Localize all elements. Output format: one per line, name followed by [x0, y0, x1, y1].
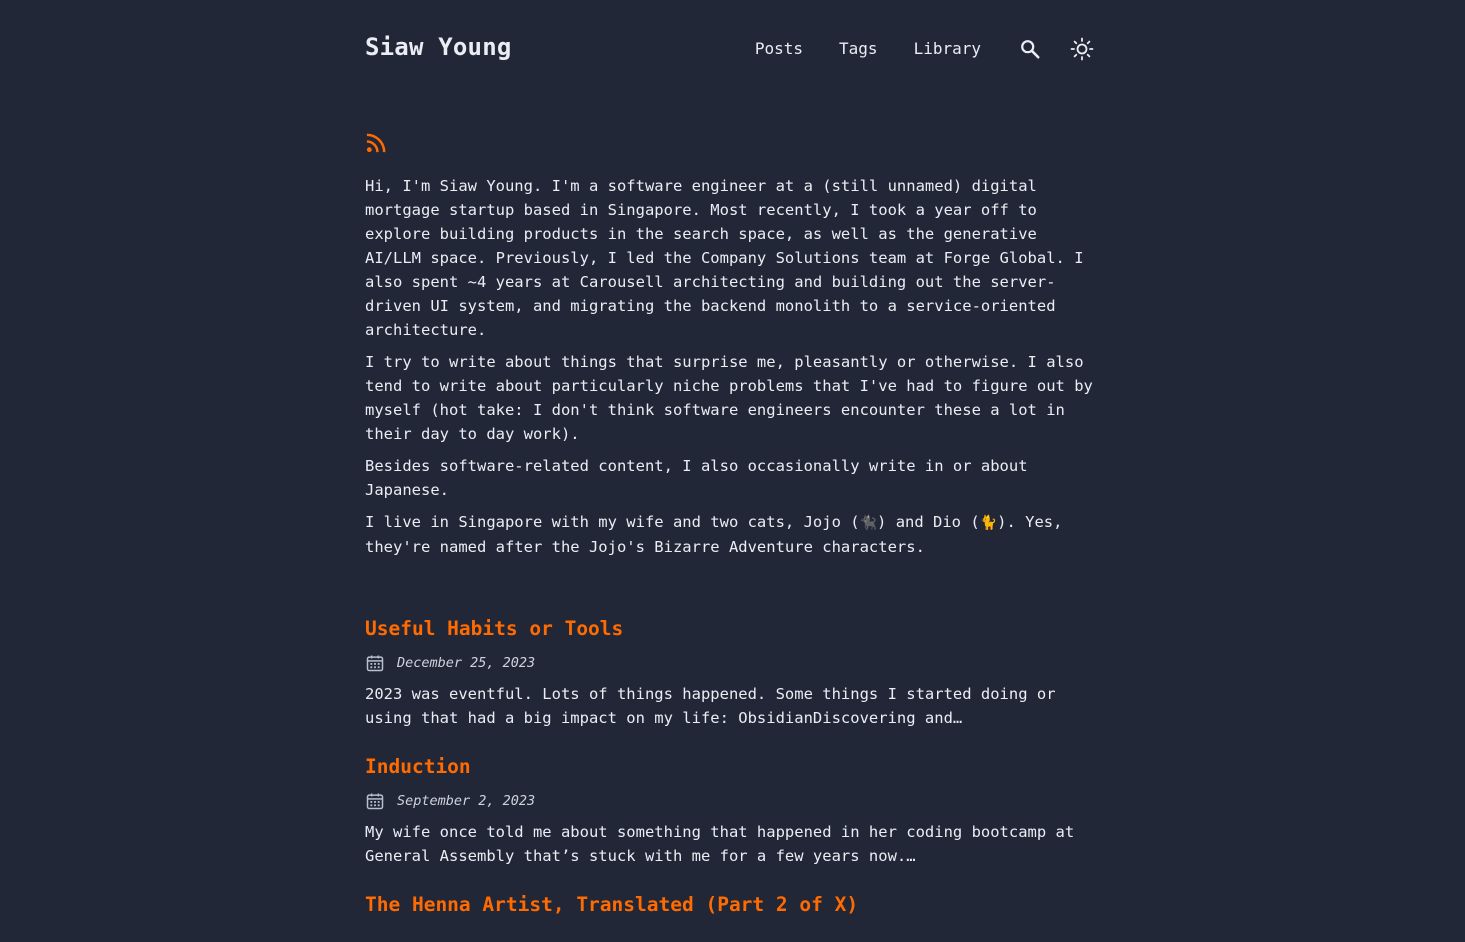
search-icon — [1021, 40, 1040, 59]
nav-tags[interactable]: Tags — [839, 36, 878, 62]
nav-library[interactable]: Library — [914, 36, 981, 62]
page: Siaw Young Posts Tags Library Hi, I'm Si… — [365, 0, 1095, 916]
calendar-icon — [366, 793, 384, 810]
intro-p4-text-b: ) and Dio ( — [877, 513, 980, 531]
post-item: The Henna Artist, Translated (Part 2 of … — [365, 890, 1095, 920]
calendar-icon — [366, 655, 384, 672]
post-date-text: September 2, 2023 — [397, 793, 536, 809]
sun-icon — [1070, 37, 1094, 61]
post-item: Induction September 2, 2023 My wife once… — [365, 752, 1095, 868]
cat-emoji: 🐈 — [979, 515, 998, 531]
post-item: Useful Habits or Tools December 25, 2023… — [365, 614, 1095, 730]
post-date-text: December 25, 2023 — [397, 655, 536, 671]
post-excerpt: My wife once told me about something tha… — [365, 823, 1075, 865]
search-button[interactable] — [1017, 36, 1043, 62]
intro-paragraph-4: I live in Singapore with my wife and two… — [365, 510, 1095, 559]
intro-paragraph-1: Hi, I'm Siaw Young. I'm a software engin… — [365, 177, 1084, 339]
post-excerpt: 2023 was eventful. Lots of things happen… — [365, 685, 1056, 727]
intro-paragraph-3: Besides software-related content, I also… — [365, 457, 1028, 499]
intro-section: Hi, I'm Siaw Young. I'm a software engin… — [365, 174, 1095, 567]
theme-toggle-button[interactable] — [1069, 36, 1095, 62]
nav-posts[interactable]: Posts — [755, 36, 803, 62]
post-date: December 25, 2023 — [365, 652, 1095, 674]
post-date: September 2, 2023 — [365, 790, 1095, 812]
recent-posts: Useful Habits or Tools December 25, 2023… — [365, 614, 1095, 942]
rss-icon — [366, 133, 386, 153]
intro-p4-text-a: I live in Singapore with my wife and two… — [365, 513, 860, 531]
main-nav: Posts Tags Library — [755, 36, 1095, 62]
post-title-link[interactable]: The Henna Artist, Translated (Part 2 of … — [365, 890, 1095, 920]
rss-link[interactable] — [365, 131, 388, 154]
site-header: Siaw Young Posts Tags Library — [365, 0, 1095, 98]
site-title-link[interactable]: Siaw Young — [365, 33, 512, 61]
post-title-link[interactable]: Induction — [365, 752, 1095, 782]
intro-paragraph-2: I try to write about things that surpris… — [365, 353, 1093, 443]
post-title-link[interactable]: Useful Habits or Tools — [365, 614, 1095, 644]
black-cat-emoji: 🐈‍⬛ — [859, 515, 878, 531]
